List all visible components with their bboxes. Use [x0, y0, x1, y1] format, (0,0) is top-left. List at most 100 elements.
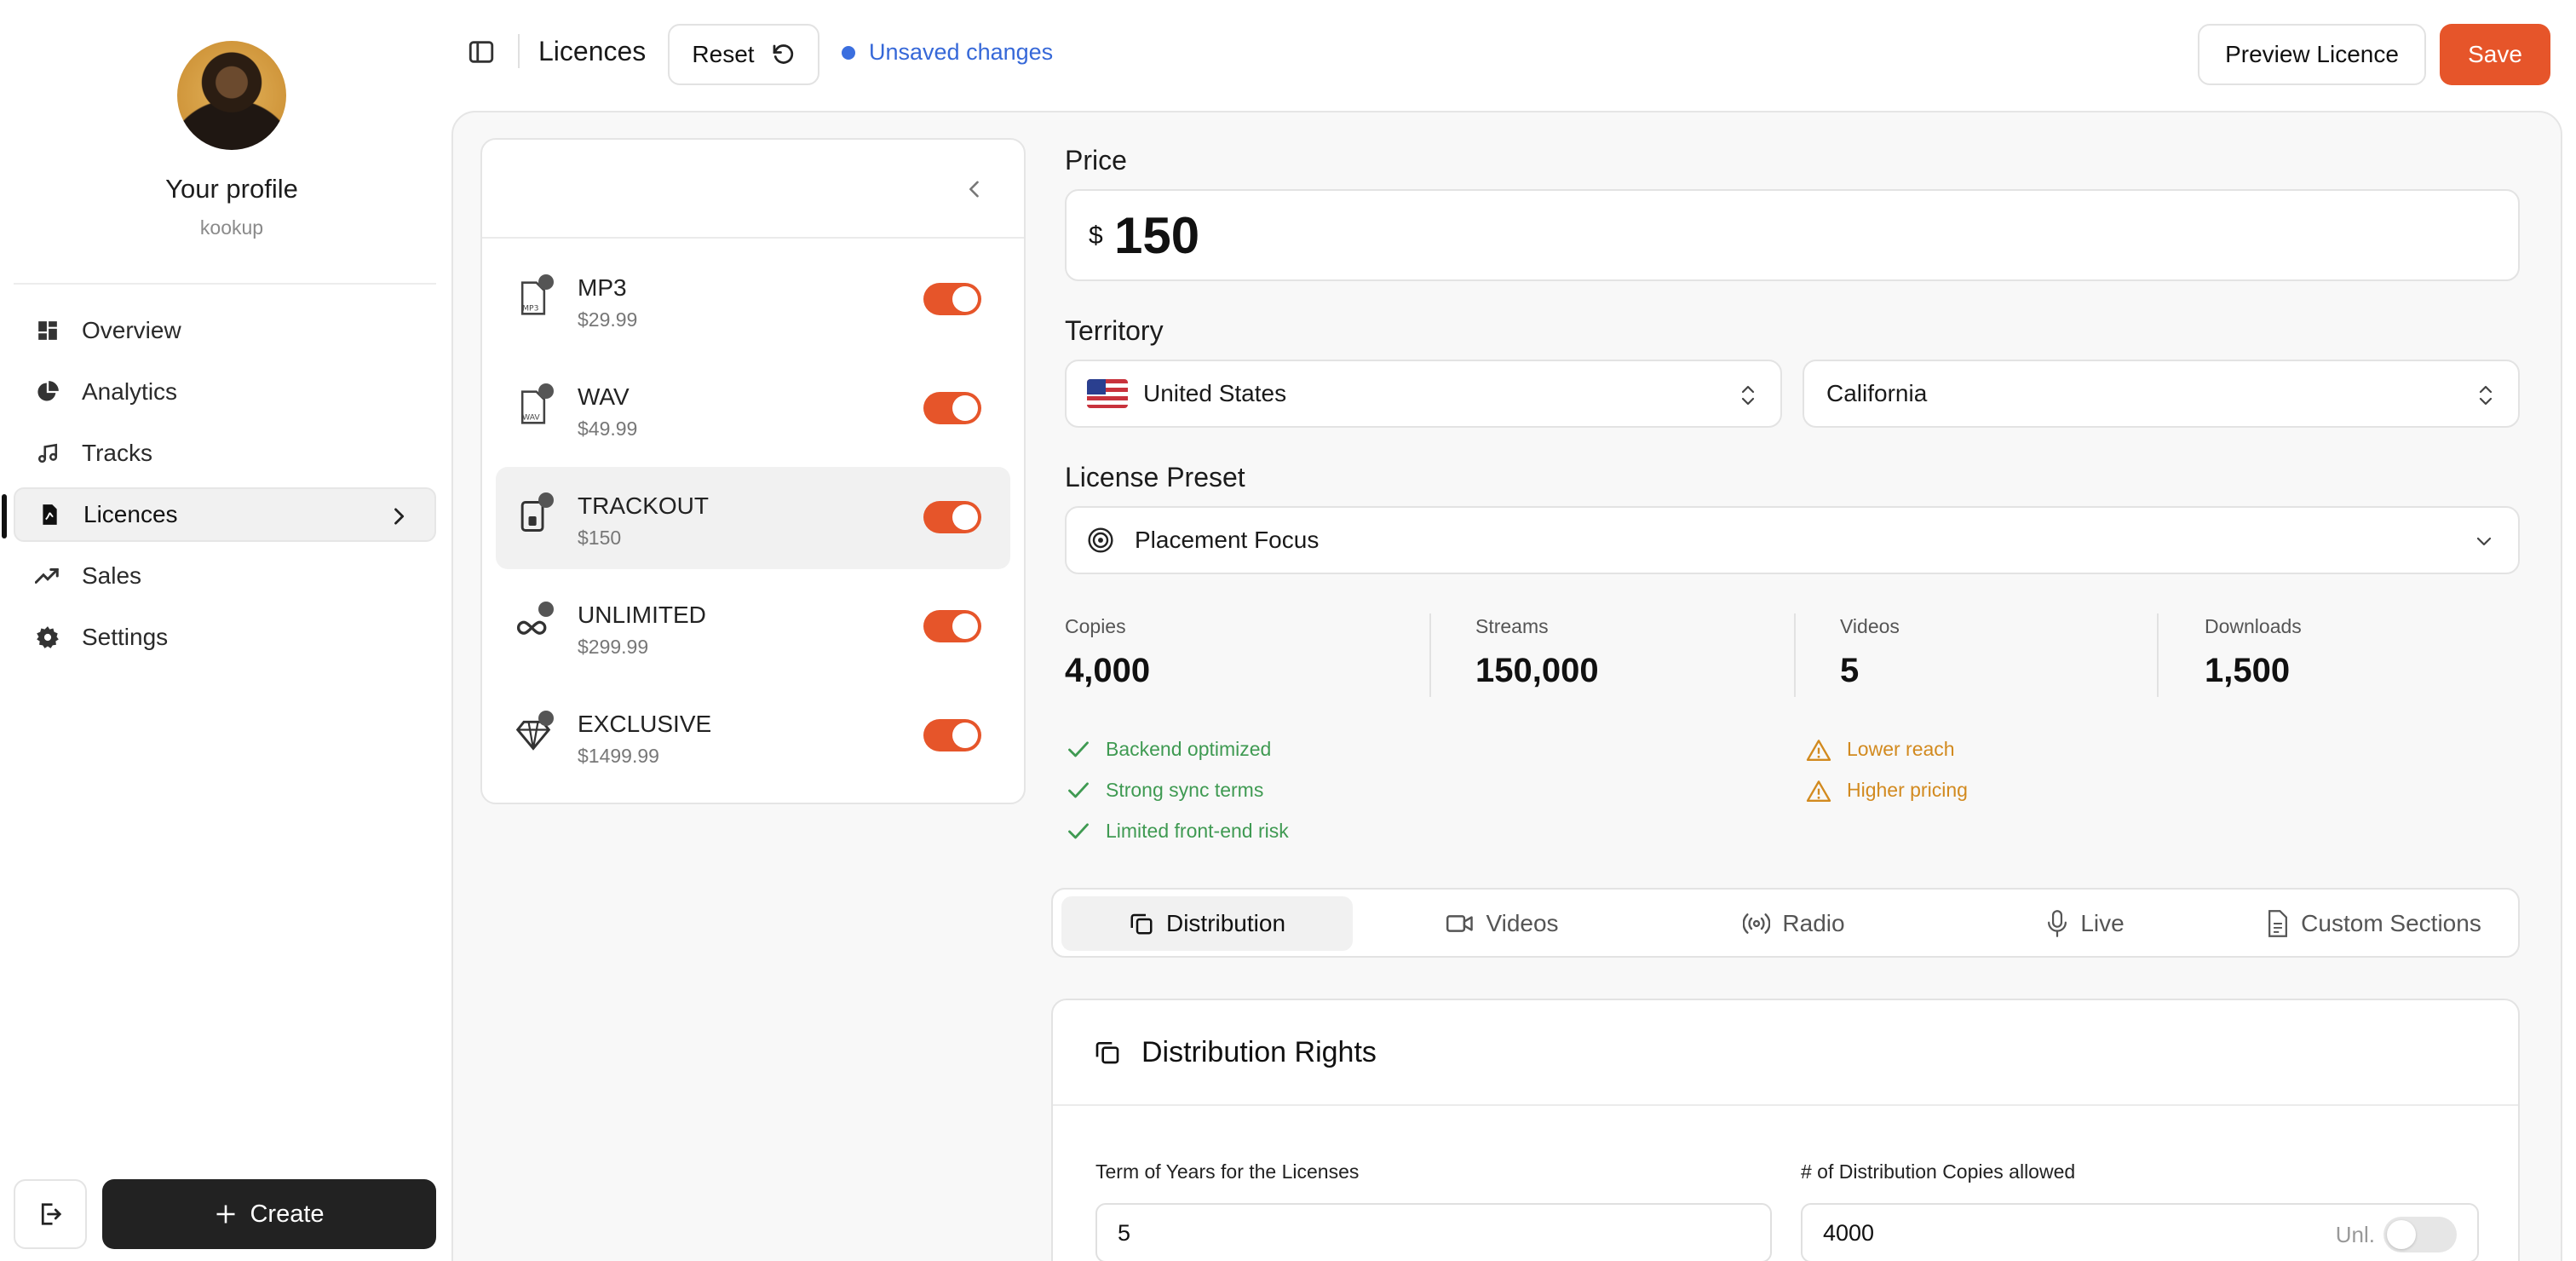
price-input[interactable]: $ 150	[1065, 189, 2520, 281]
sidebar-item-analytics[interactable]: Analytics	[14, 365, 436, 419]
licence-name: MP3	[578, 274, 627, 301]
sidebar-item-licences[interactable]: Licences	[2, 487, 436, 542]
licence-name: EXCLUSIVE	[578, 711, 712, 737]
sidebar: Your profile kookup Overview Analytics T…	[0, 0, 451, 1261]
pro-label: Strong sync terms	[1106, 779, 1264, 801]
copy-icon	[1094, 1039, 1121, 1066]
country-select[interactable]: United States	[1065, 360, 1782, 428]
logout-icon	[37, 1201, 63, 1227]
licence-toggle[interactable]	[923, 719, 981, 751]
status-dot	[538, 274, 554, 290]
tab-label: Custom Sections	[2301, 910, 2481, 936]
page-title: Licences	[538, 36, 647, 66]
chevron-down-icon	[2474, 533, 2494, 550]
warning-icon	[1806, 780, 1831, 802]
save-button[interactable]: Save	[2440, 24, 2550, 85]
licence-item-trackout[interactable]: TRACKOUT $150	[496, 467, 1010, 569]
sidebar-divider	[14, 283, 436, 285]
us-flag-icon	[1087, 379, 1128, 408]
licence-price: $1499.99	[578, 745, 659, 767]
sidebar-item-overview[interactable]: Overview	[14, 303, 436, 358]
unlimited-toggle[interactable]	[2383, 1217, 2457, 1252]
pro-item: Strong sync terms	[1067, 779, 1263, 802]
tab-radio[interactable]: Radio	[1653, 896, 1935, 951]
stat-label: Copies	[1065, 615, 1126, 637]
licence-toggle[interactable]	[923, 283, 981, 315]
section-title: Distribution Rights	[1141, 1035, 1377, 1068]
status-dot	[538, 711, 554, 726]
profile-name[interactable]: Your profile	[0, 174, 463, 204]
stat-divider	[1429, 613, 1431, 697]
sidebar-item-label: Sales	[82, 562, 142, 589]
trending-up-icon	[34, 562, 61, 590]
stat-value: 5	[1840, 652, 1860, 689]
music-note-icon	[34, 440, 61, 467]
svg-text:MP3: MP3	[522, 304, 538, 314]
license-preset-value: Placement Focus	[1135, 527, 1320, 553]
warning-icon	[1806, 739, 1831, 761]
tab-videos[interactable]: Videos	[1361, 896, 1644, 951]
licence-list: MP3 MP3 $29.99 WAV WAV $49.99 TRACKOUT $…	[480, 138, 1026, 804]
topbar-divider	[518, 34, 520, 68]
avatar[interactable]	[177, 41, 286, 150]
check-icon	[1067, 740, 1090, 760]
pro-label: Limited front-end risk	[1106, 820, 1289, 842]
licence-price: $49.99	[578, 417, 638, 440]
document-icon	[2267, 910, 2289, 937]
create-button-label: Create	[250, 1200, 325, 1228]
reset-button[interactable]: Reset	[668, 24, 819, 85]
sidebar-item-settings[interactable]: Settings	[14, 610, 436, 665]
tab-label: Live	[2080, 910, 2125, 936]
sidebar-item-sales[interactable]: Sales	[14, 549, 436, 603]
status-dot	[538, 492, 554, 508]
svg-text:WAV: WAV	[522, 413, 540, 423]
pro-label: Backend optimized	[1106, 738, 1272, 760]
logout-button[interactable]	[14, 1179, 87, 1249]
status-dot	[842, 45, 855, 60]
copy-icon	[1129, 911, 1154, 936]
licence-toggle[interactable]	[923, 610, 981, 642]
sidebar-item-label: Tracks	[82, 440, 152, 466]
tab-custom-sections[interactable]: Custom Sections	[2235, 896, 2513, 951]
gear-icon	[34, 624, 61, 651]
sidebar-item-label: Analytics	[82, 378, 178, 405]
distribution-rights-header: Distribution Rights	[1053, 1000, 2518, 1106]
sidebar-item-label: Licences	[83, 501, 178, 527]
tab-label: Videos	[1486, 910, 1559, 936]
licence-price: $299.99	[578, 636, 649, 658]
sidebar-nav: Overview Analytics Tracks Licences Sales…	[2, 303, 436, 671]
term-of-years-input[interactable]: 5	[1095, 1203, 1772, 1261]
tab-live[interactable]: Live	[1944, 896, 2227, 951]
preview-licence-button[interactable]: Preview Licence	[2198, 24, 2426, 85]
tab-label: Distribution	[1165, 910, 1286, 936]
chevron-left-icon[interactable]	[963, 177, 986, 201]
sidebar-toggle-icon[interactable]	[467, 37, 496, 66]
create-button[interactable]: Create	[102, 1179, 436, 1249]
licence-item-wav[interactable]: WAV WAV $49.99	[496, 358, 1010, 460]
stat-divider	[2157, 613, 2159, 697]
licence-toggle[interactable]	[923, 501, 981, 533]
reset-button-label: Reset	[692, 41, 755, 67]
region-select[interactable]: California	[1803, 360, 2520, 428]
stat-label: Downloads	[2205, 615, 2302, 637]
profile-handle: kookup	[199, 216, 264, 239]
con-label: Lower reach	[1847, 738, 1955, 760]
distribution-copies-input[interactable]: 4000 Unl.	[1801, 1203, 2479, 1261]
licence-item-exclusive[interactable]: EXCLUSIVE $1499.99	[496, 685, 1010, 787]
licence-item-unlimited[interactable]: UNLIMITED $299.99	[496, 576, 1010, 678]
pie-chart-icon	[34, 378, 61, 406]
licence-item-mp3[interactable]: MP3 MP3 $29.99	[496, 249, 1010, 351]
price-label: Price	[1065, 145, 1127, 176]
con-item: Higher pricing	[1806, 779, 1968, 802]
stat-value: 1,500	[2205, 652, 2291, 689]
licence-toggle[interactable]	[923, 392, 981, 424]
territory-label: Territory	[1065, 315, 1164, 346]
sidebar-item-tracks[interactable]: Tracks	[14, 426, 436, 481]
license-preset-select[interactable]: Placement Focus	[1065, 506, 2520, 574]
tab-label: Radio	[1782, 910, 1845, 936]
stat-videos: Videos 5	[1840, 615, 2198, 700]
rights-tabs: Distribution Videos Radio Live Custom Se…	[1051, 888, 2520, 958]
unlimited-label: Unl.	[2335, 1222, 2375, 1247]
tab-distribution[interactable]: Distribution	[1061, 896, 1353, 951]
licence-name: TRACKOUT	[578, 492, 709, 519]
